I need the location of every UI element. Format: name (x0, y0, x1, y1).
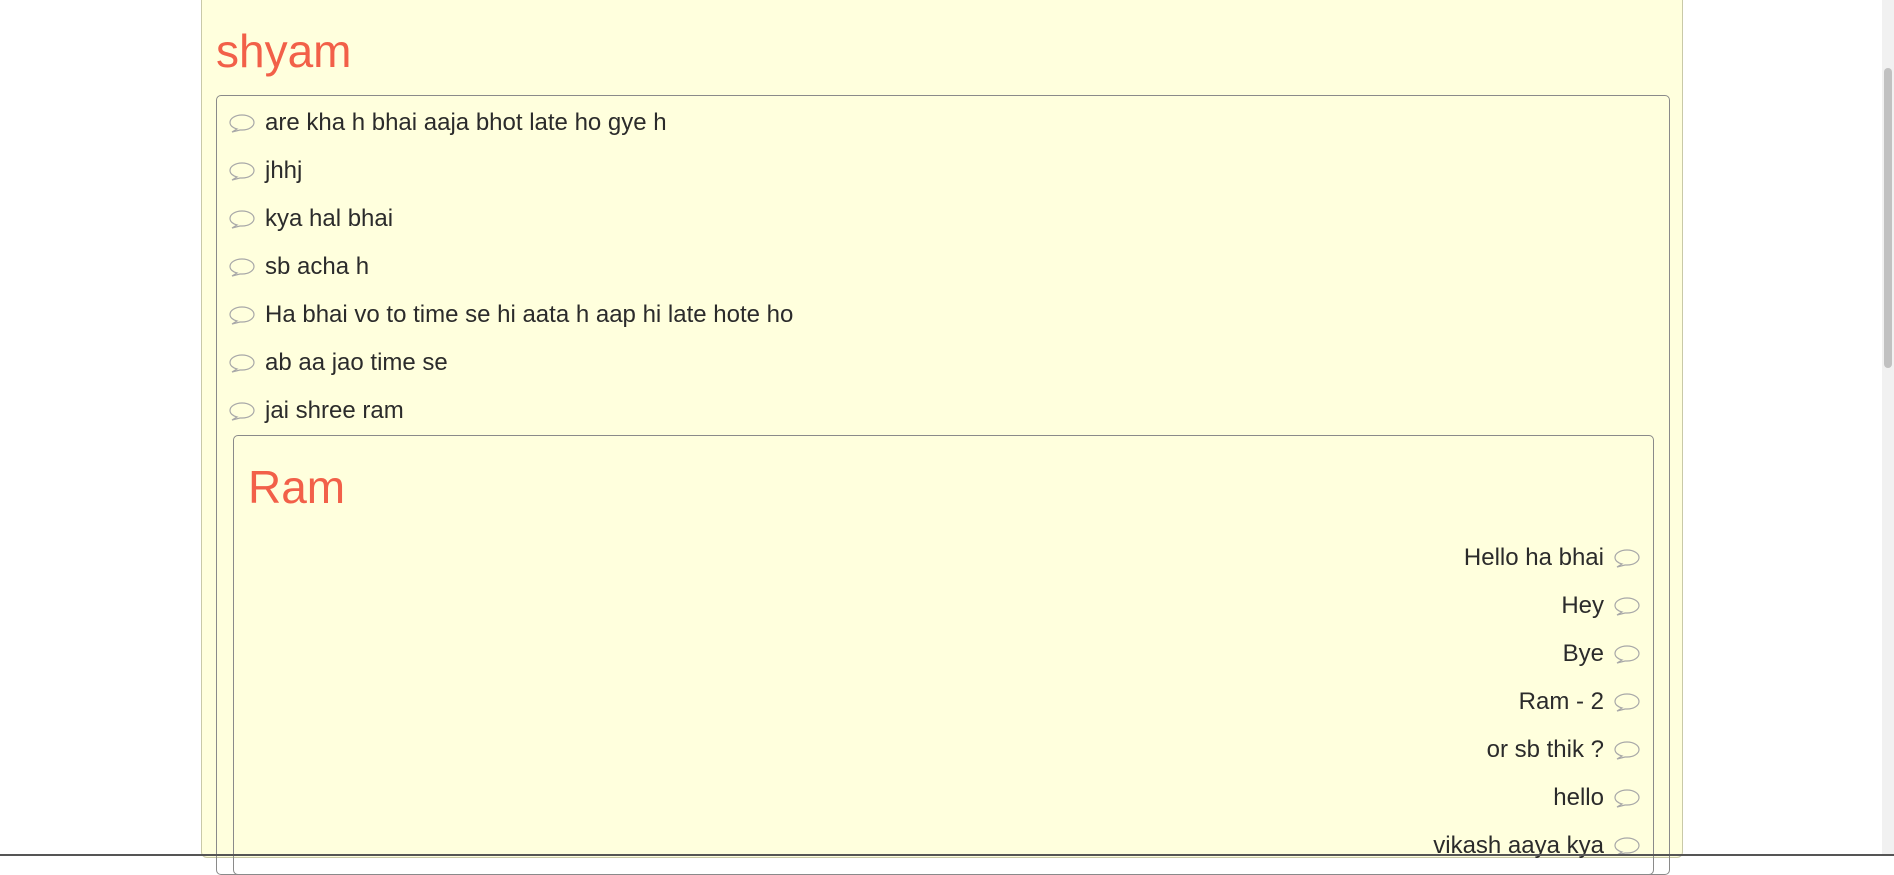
message-text: Hey (1561, 592, 1604, 619)
message-text: are kha h bhai aaja bhot late ho gye h (265, 109, 667, 136)
message-text: Hello ha bhai (1463, 544, 1604, 571)
message-item: or sb thik ? (1487, 735, 1641, 765)
message-item: jai shree ram (228, 396, 404, 426)
message-item: ab aa jao time se (228, 348, 448, 378)
speech-bubble-icon (1613, 596, 1641, 616)
message-text: or sb thik ? (1486, 736, 1604, 763)
message-item: jhhj (228, 156, 302, 186)
speech-bubble-icon (228, 113, 256, 133)
message-text: sb acha h (265, 253, 370, 280)
ram-message-list (233, 435, 1654, 875)
sender-title-ram: Ram (248, 461, 346, 513)
message-item: Ha bhai vo to time se hi aata h aap hi l… (228, 300, 793, 330)
message-item: Hello ha bhai (1464, 543, 1641, 573)
message-item: kya hal bhai (228, 204, 393, 234)
scrollbar-thumb[interactable] (1884, 68, 1892, 368)
sender-title-shyam: shyam (216, 25, 352, 77)
message-text: jhhj (265, 157, 303, 184)
message-text: kya hal bhai (265, 205, 394, 232)
message-item: Ram - 2 (1519, 687, 1641, 717)
message-text: ab aa jao time se (265, 349, 448, 376)
message-text: Ram - 2 (1518, 688, 1604, 715)
speech-bubble-icon (228, 161, 256, 181)
speech-bubble-icon (1613, 836, 1641, 856)
speech-bubble-icon (228, 353, 256, 373)
message-text: Bye (1562, 640, 1604, 667)
speech-bubble-icon (228, 305, 256, 325)
speech-bubble-icon (228, 401, 256, 421)
message-text: Ha bhai vo to time se hi aata h aap hi l… (265, 301, 794, 328)
message-text: jai shree ram (265, 397, 404, 424)
message-item: are kha h bhai aaja bhot late ho gye h (228, 108, 667, 138)
message-item: Bye (1563, 639, 1641, 669)
speech-bubble-icon (1613, 644, 1641, 664)
speech-bubble-icon (228, 209, 256, 229)
message-item: hello (1553, 783, 1641, 813)
speech-bubble-icon (1613, 788, 1641, 808)
message-item: vikash aaya kya (1433, 831, 1641, 861)
message-item: sb acha h (228, 252, 369, 282)
message-item: Hey (1561, 591, 1641, 621)
message-text: hello (1553, 784, 1604, 811)
speech-bubble-icon (1613, 692, 1641, 712)
speech-bubble-icon (228, 257, 256, 277)
page-scrollbar[interactable] (1882, 0, 1894, 856)
speech-bubble-icon (1613, 548, 1641, 568)
speech-bubble-icon (1613, 740, 1641, 760)
